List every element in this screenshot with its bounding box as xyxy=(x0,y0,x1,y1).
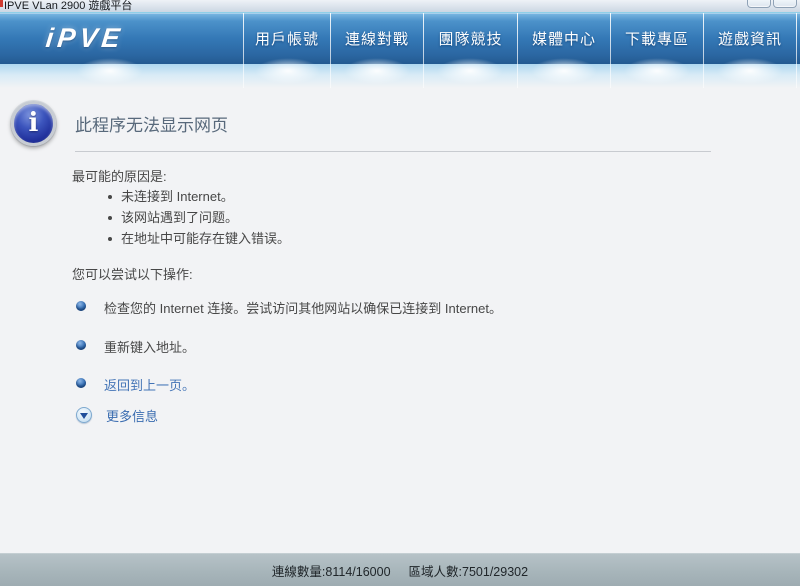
error-page-title: 此程序无法显示网页 xyxy=(75,111,228,136)
cause-text: 未连接到 Internet。 xyxy=(121,189,234,204)
main-navbar: iPVE 用戶帳號 連線對戰 團隊競技 媒體中心 下載專區 遊戲資訊 xyxy=(0,12,800,88)
connection-count-label: 連線數量: xyxy=(272,565,325,579)
window-controls xyxy=(747,0,797,8)
action-item: 重新键入地址。 xyxy=(76,337,195,356)
connection-count-value: 8114/16000 xyxy=(325,565,390,579)
action-item: 更多信息 xyxy=(76,406,158,425)
nav-item-user-account[interactable]: 用戶帳號 xyxy=(244,13,330,63)
brand-logo: iPVE xyxy=(44,23,177,53)
region-population-stat: 區域人數:7501/29302 xyxy=(409,561,529,580)
actions-heading: 您可以尝试以下操作: xyxy=(72,264,193,283)
info-icon: i xyxy=(11,101,56,146)
more-information-link[interactable]: 更多信息 xyxy=(106,406,158,425)
nav-item-download-zone[interactable]: 下載專區 xyxy=(611,13,703,63)
causes-heading: 最可能的原因是: xyxy=(72,166,167,185)
close-button[interactable] xyxy=(773,0,797,8)
action-text: 检查您的 Internet 连接。尝试访问其他网站以确保已连接到 Interne… xyxy=(104,298,502,317)
nav-item-game-info[interactable]: 遊戲資訊 xyxy=(704,13,796,63)
cause-item: 未连接到 Internet。 xyxy=(108,186,234,205)
nav-item-team-compete[interactable]: 團隊競技 xyxy=(424,13,517,63)
region-population-label: 區域人數: xyxy=(409,565,462,579)
bullet-dot-icon xyxy=(108,195,112,199)
chevron-down-icon xyxy=(80,413,88,419)
window-app-icon xyxy=(0,0,3,7)
cause-item: 在地址中可能存在键入错误。 xyxy=(108,228,290,247)
region-population-value: 7501/29302 xyxy=(462,565,528,579)
action-item: 检查您的 Internet 连接。尝试访问其他网站以确保已连接到 Interne… xyxy=(76,298,502,317)
bullet-sphere-icon xyxy=(76,378,86,388)
expand-more-icon[interactable] xyxy=(76,407,92,423)
cause-text: 该网站遇到了问题。 xyxy=(121,210,238,225)
navbar-fade-band xyxy=(0,64,800,88)
action-text: 重新键入地址。 xyxy=(104,337,195,356)
nav-item-online-battle[interactable]: 連線對戰 xyxy=(331,13,423,63)
action-item: 返回到上一页。 xyxy=(76,375,195,394)
bullet-dot-icon xyxy=(108,216,112,220)
nav-separator xyxy=(796,13,797,88)
nav-item-media-center[interactable]: 媒體中心 xyxy=(518,13,610,63)
bullet-sphere-icon xyxy=(76,301,86,311)
bullet-dot-icon xyxy=(108,237,112,241)
app-window: IPVE VLan 2900 遊戲平台 iPVE 用戶帳號 連線對戰 團隊競技 … xyxy=(0,0,800,586)
back-to-previous-page-link[interactable]: 返回到上一页。 xyxy=(104,375,195,394)
minimize-button[interactable] xyxy=(747,0,771,8)
bullet-sphere-icon xyxy=(76,340,86,350)
divider xyxy=(75,151,711,152)
info-icon-glyph: i xyxy=(29,110,39,136)
status-bar: 連線數量:8114/16000 區域人數:7501/29302 xyxy=(0,553,800,586)
cause-text: 在地址中可能存在键入错误。 xyxy=(121,231,290,246)
connection-count-stat: 連線數量:8114/16000 xyxy=(272,561,391,580)
cause-item: 该网站遇到了问题。 xyxy=(108,207,238,226)
